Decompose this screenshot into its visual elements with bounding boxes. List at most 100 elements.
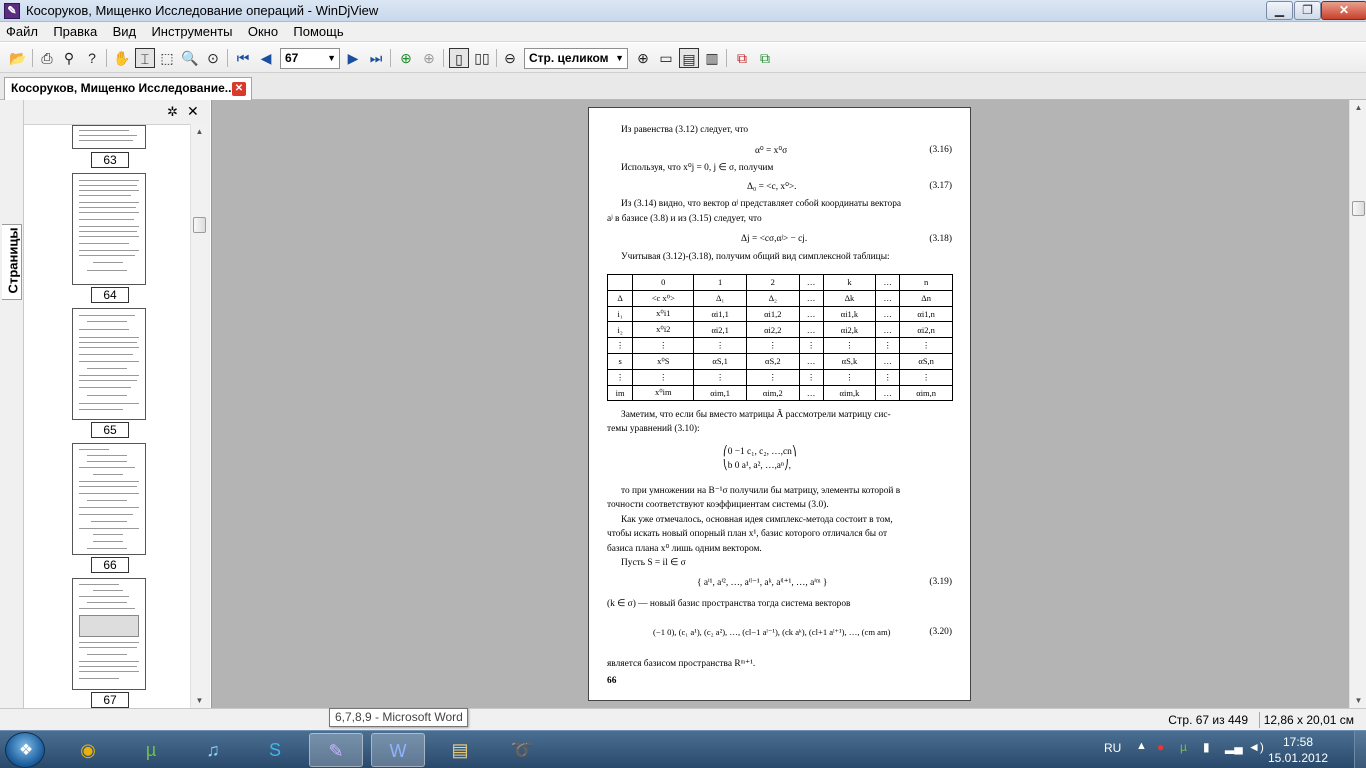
page-thumbnail-63[interactable]	[72, 125, 146, 149]
menu-view[interactable]: Вид	[107, 22, 143, 39]
panel-header: ✲ ✕	[24, 100, 210, 124]
rect-select-icon[interactable]: ⬚	[157, 48, 177, 68]
equation: Δ₀ = <c, x⁰>.	[747, 182, 797, 192]
scroll-up-icon[interactable]: ▲	[191, 127, 208, 136]
thumbnail-label: 66	[91, 557, 129, 573]
toolbar-separator	[390, 49, 391, 67]
zoom-in-icon[interactable]: ⊕	[633, 48, 653, 68]
page-number-value: 67	[285, 51, 299, 65]
zoom-out-icon[interactable]: ⊖	[500, 48, 520, 68]
tray-network-icon[interactable]: ▂▄	[1225, 740, 1243, 768]
page-thumbnail-64[interactable]	[72, 173, 146, 285]
close-tab-icon[interactable]: ✕	[232, 82, 246, 96]
select-tool-icon[interactable]: ⌶	[135, 48, 155, 68]
next-page-icon[interactable]: ▶	[343, 48, 363, 68]
status-bar: Стр. 67 из 449 12,86 x 20,01 см	[0, 708, 1366, 730]
thumbnail-label: 65	[91, 422, 129, 438]
page-text-line: aʲ в базисе (3.8) и из (3.15) следует, ч…	[607, 214, 762, 224]
last-page-icon[interactable]: ⏭	[366, 48, 386, 68]
page-thumbnail-65[interactable]	[72, 308, 146, 420]
equation: α⁰ = x⁰σ	[755, 146, 788, 156]
two-pages-icon[interactable]: ▯▯	[472, 48, 492, 68]
matrix-row: ⎛0 −1 c₁, c₂, …,cn⎞	[723, 447, 797, 457]
start-button[interactable]: ❖	[5, 732, 45, 768]
equation-number: (3.16)	[929, 145, 952, 155]
app-taskbar-button[interactable]: ➰	[495, 733, 549, 767]
hand-tool-icon[interactable]: ✋	[112, 48, 132, 68]
language-indicator[interactable]: RU	[1104, 741, 1121, 768]
magnify-icon[interactable]: ⊙	[203, 48, 223, 68]
toolbar-separator	[32, 49, 33, 67]
tray-utorrent-icon[interactable]: µ	[1180, 740, 1187, 768]
close-button[interactable]: ✕	[1321, 1, 1366, 20]
menu-window[interactable]: Окно	[242, 22, 284, 39]
prev-page-icon[interactable]: ◀	[256, 48, 276, 68]
page-text-line: темы уравнений (3.10):	[607, 424, 700, 434]
single-page-icon[interactable]: ▯	[449, 48, 469, 68]
toolbar-separator	[726, 49, 727, 67]
menu-help[interactable]: Помощь	[287, 22, 349, 39]
continuous-icon[interactable]: ▤	[679, 48, 699, 68]
back-icon[interactable]: ⊕	[396, 48, 416, 68]
windjview-taskbar-button[interactable]: ✎	[309, 733, 363, 767]
scrollbar-thumb[interactable]	[193, 217, 206, 233]
page-text-line: Пусть S = il ∈ σ	[621, 558, 686, 568]
scroll-down-icon[interactable]: ▼	[1350, 696, 1366, 705]
zoom-combo[interactable]: Стр. целиком ▼	[524, 48, 628, 69]
title-bar: ✎ Косоруков, Мищенко Исследование операц…	[0, 0, 1366, 22]
facing-icon[interactable]: ▥	[702, 48, 722, 68]
document-tab-strip: Косоруков, Мищенко Исследование... ✕	[0, 73, 1366, 100]
show-desktop-button[interactable]	[1354, 731, 1366, 768]
thumbnail-label: 67	[91, 692, 129, 708]
clock-time: 17:58	[1282, 735, 1314, 749]
tray-device-icon[interactable]: ▮	[1203, 740, 1210, 768]
clock[interactable]: 17:58 15.01.2012	[1258, 734, 1338, 766]
minimize-button[interactable]: ▁	[1266, 1, 1293, 20]
tray-alert-icon[interactable]: ●	[1157, 740, 1164, 768]
skype-taskbar-button[interactable]: S	[248, 733, 302, 767]
tray-expand-icon[interactable]: ▲	[1136, 740, 1147, 768]
find-binoculars-icon[interactable]: ⚲	[59, 48, 79, 68]
print-icon[interactable]: ⎙	[37, 48, 57, 68]
forward-icon[interactable]: ⊕	[419, 48, 439, 68]
viewer-scrollbar[interactable]: ▲ ▼	[1349, 100, 1366, 708]
pages-tab[interactable]: Страницы	[2, 224, 22, 300]
utorrent-taskbar-button[interactable]: µ	[124, 733, 178, 767]
scroll-up-icon[interactable]: ▲	[1350, 103, 1366, 112]
restore-button[interactable]: ❐	[1294, 1, 1321, 20]
explorer-taskbar-button[interactable]: ▤	[433, 733, 487, 767]
menu-file[interactable]: Файл	[0, 22, 44, 39]
close-panel-icon[interactable]: ✕	[187, 103, 199, 120]
menu-tools[interactable]: Инструменты	[145, 22, 238, 39]
page-thumbnail-67[interactable]	[72, 578, 146, 690]
help-icon[interactable]: ?	[82, 48, 102, 68]
page-text-line: Как уже отмечалось, основная идея симпле…	[621, 515, 893, 525]
zoom-tool-icon[interactable]: 🔍	[180, 48, 200, 68]
rotate-left-icon[interactable]: ⧉	[732, 48, 752, 68]
equation-number: (3.17)	[929, 181, 952, 191]
page-text-line: (k ∈ σ) — новый базис пространства тогда…	[607, 599, 851, 609]
document-tab[interactable]: Косоруков, Мищенко Исследование... ✕	[4, 77, 252, 100]
first-page-icon[interactable]: ⏮	[233, 48, 253, 68]
sidebar-tab-strip: Страницы	[0, 100, 24, 708]
toolbar-separator	[443, 49, 444, 67]
word-taskbar-button[interactable]: W	[371, 733, 425, 767]
scrollbar-thumb[interactable]	[1352, 201, 1365, 216]
chrome-taskbar-button[interactable]: ◉	[61, 733, 115, 767]
open-folder-icon[interactable]: 📂	[8, 48, 28, 68]
table-row: i₂ x⁰i2 αi2,1 αi2,2… αi2,k… αi2,n	[606, 321, 953, 339]
page-number-combo[interactable]: 67 ▼	[280, 48, 340, 69]
itunes-taskbar-button[interactable]: ♫	[186, 733, 240, 767]
menu-edit[interactable]: Правка	[47, 22, 103, 39]
scroll-down-icon[interactable]: ▼	[191, 696, 208, 705]
rotate-right-icon[interactable]: ⧉	[755, 48, 775, 68]
page-text-line: является базисом пространства Rᵐ⁺¹.	[607, 659, 756, 669]
page-thumbnail-66[interactable]	[72, 443, 146, 555]
page-text-line: чтобы искать новый опорный план x¹, бази…	[607, 529, 888, 539]
thumbnails-scrollbar[interactable]: ▲ ▼	[190, 124, 207, 708]
gear-icon[interactable]: ✲	[167, 104, 178, 120]
page-text-line: то при умножении на B⁻¹σ получили бы мат…	[621, 486, 901, 496]
page-text-line: Из (3.14) видно, что вектор αʲ представл…	[621, 199, 902, 209]
djview-icon: ✎	[4, 3, 20, 19]
fit-page-icon[interactable]: ▭	[656, 48, 676, 68]
